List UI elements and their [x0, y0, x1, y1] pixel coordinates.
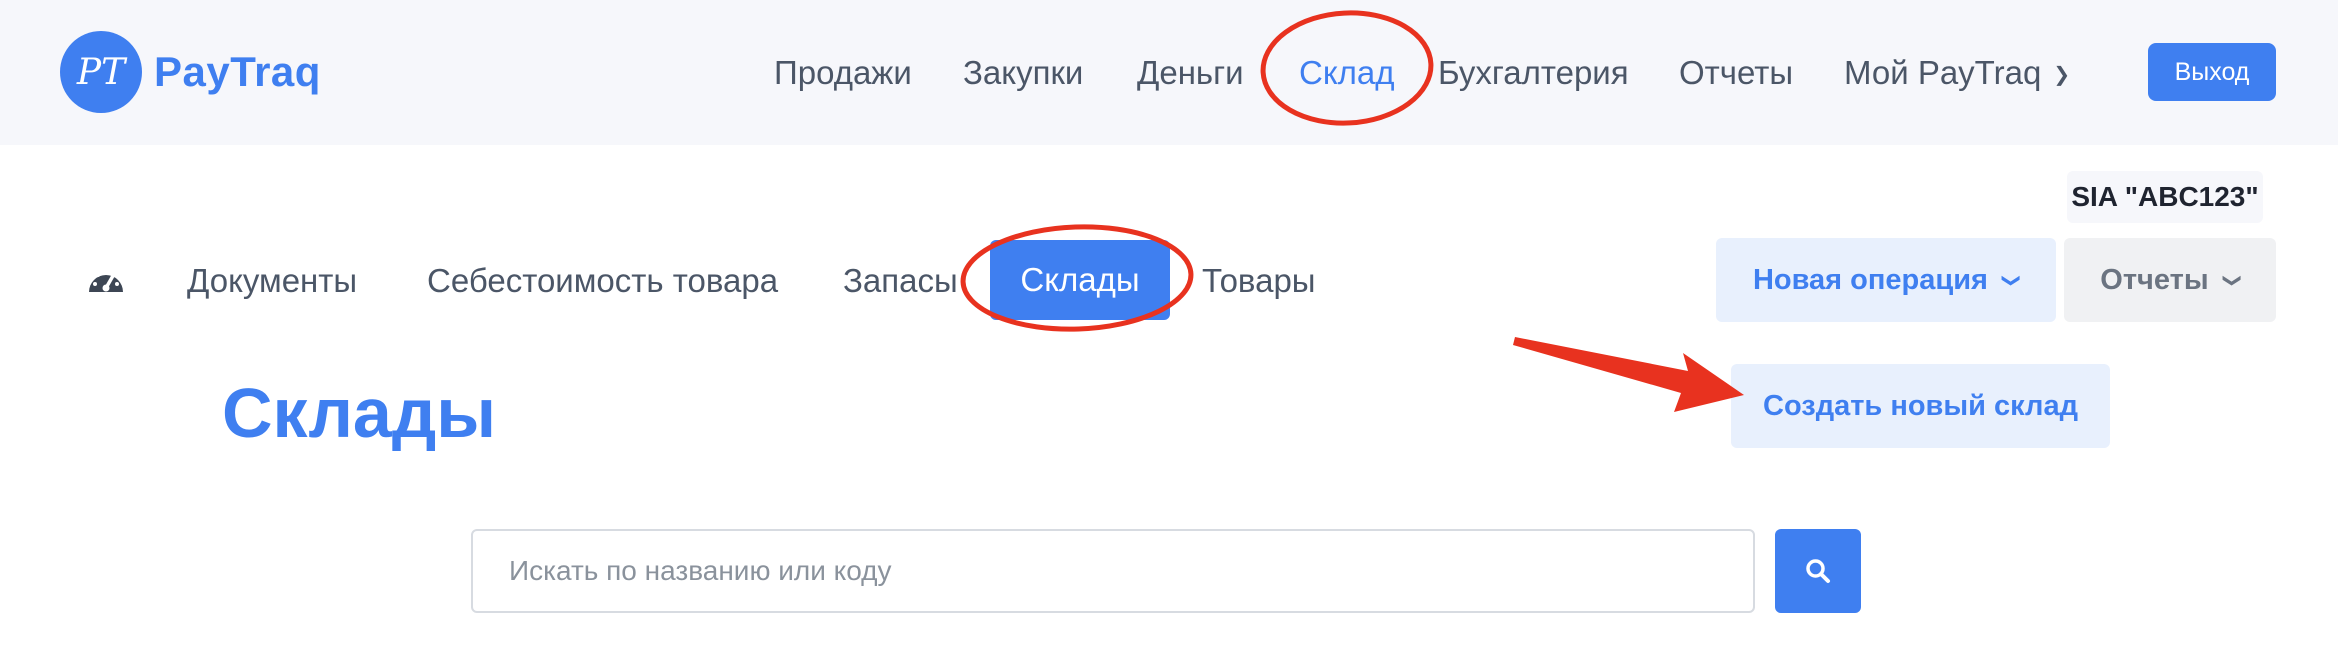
nav-money[interactable]: Деньги — [1137, 45, 1244, 101]
nav-purchases[interactable]: Закупки — [963, 45, 1083, 101]
subnav-products[interactable]: Товары — [1202, 253, 1316, 309]
nav-warehouse[interactable]: Склад — [1299, 45, 1395, 101]
nav-my-paytraq[interactable]: Мой PayTraq ❯ — [1844, 45, 2070, 101]
logout-button[interactable]: Выход — [2148, 43, 2276, 101]
top-navbar: PT PayTraq Продажи Закупки Деньги Склад … — [0, 0, 2338, 145]
chevron-down-icon: ❯ — [2053, 64, 2071, 87]
subnav-warehouses[interactable]: Склады — [990, 240, 1170, 320]
paytraq-logo[interactable]: PT PayTraq — [60, 30, 321, 114]
speedometer-icon[interactable] — [87, 264, 125, 294]
page-title: Склады — [222, 374, 497, 452]
search-icon — [1806, 559, 1830, 583]
nav-accounting[interactable]: Бухгалтерия — [1438, 45, 1629, 101]
nav-my-paytraq-label: Мой PayTraq — [1844, 54, 2042, 91]
new-operation-button[interactable]: Новая операция ❯ — [1716, 238, 2056, 322]
company-badge: SIA "ABC123" — [2067, 171, 2263, 223]
new-operation-label: Новая операция — [1752, 263, 1988, 296]
annotation-arrow — [1513, 337, 1744, 412]
subnav-cost-of-goods[interactable]: Себестоимость товара — [427, 253, 778, 309]
create-warehouse-button[interactable]: Создать новый склад — [1731, 364, 2110, 448]
chevron-down-icon: ❯ — [2222, 272, 2243, 288]
subnav-documents[interactable]: Документы — [187, 253, 357, 309]
search-button[interactable] — [1775, 529, 1861, 613]
search-input[interactable] — [471, 529, 1755, 613]
nav-reports[interactable]: Отчеты — [1679, 45, 1793, 101]
reports-label: Отчеты — [2100, 263, 2209, 296]
subnav-inventory[interactable]: Запасы — [843, 253, 958, 309]
nav-sales[interactable]: Продажи — [774, 45, 912, 101]
reports-dropdown-button[interactable]: Отчеты ❯ — [2064, 238, 2276, 322]
logo-text: PayTraq — [154, 48, 321, 95]
chevron-down-icon: ❯ — [2002, 272, 2022, 288]
logo-monogram: PT — [60, 31, 142, 113]
